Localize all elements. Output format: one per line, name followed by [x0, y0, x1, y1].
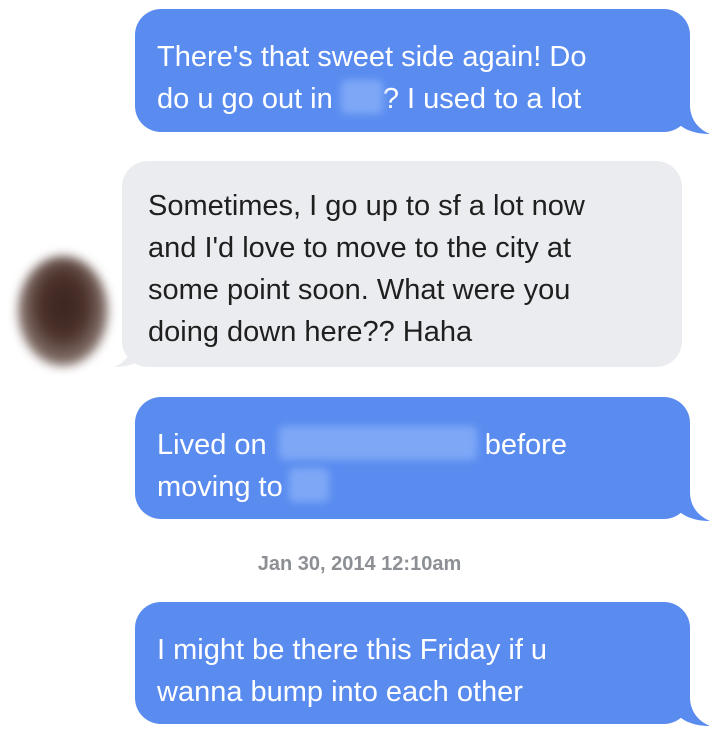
- message-text-line: doing down here?? Haha: [148, 316, 473, 348]
- message-text-line: do u go out in ? I used to a lot: [157, 78, 668, 120]
- redacted-address: [278, 426, 477, 461]
- message-text-line: and I'd love to move to the city at: [148, 232, 572, 264]
- contact-avatar[interactable]: [18, 256, 108, 366]
- message-thread: There's that sweet side again! Do do u g…: [0, 0, 719, 740]
- outgoing-bubble-tail: [676, 492, 710, 521]
- message-text-line: wanna bump into each other: [157, 676, 523, 708]
- outgoing-message-bubble[interactable]: Lived on before moving to: [135, 397, 690, 519]
- message-timestamp: Jan 30, 2014 12:10am: [0, 553, 719, 576]
- message-text-segment: do u go out in: [157, 83, 333, 115]
- incoming-message-bubble[interactable]: Sometimes, I go up to sf a lot now and I…: [122, 161, 682, 367]
- timestamp-text: Jan 30, 2014 12:10am: [257, 553, 462, 575]
- message-text-line: Sometimes, I go up to sf a lot now: [148, 190, 585, 222]
- outgoing-bubble-tail: [676, 697, 710, 726]
- message-text-line: moving to: [157, 466, 668, 508]
- redacted-location: [288, 468, 329, 503]
- redacted-location: [340, 80, 383, 115]
- outgoing-message-bubble[interactable]: There's that sweet side again! Do do u g…: [135, 9, 690, 132]
- message-text-line: I might be there this Friday if u: [157, 634, 548, 666]
- message-text-segment: moving to: [157, 471, 283, 503]
- message-text-line: There's that sweet side again! Do: [157, 41, 587, 73]
- message-text-segment: before: [484, 429, 567, 461]
- message-text-segment: Lived on: [157, 429, 267, 461]
- message-text-line: some point soon. What were you: [148, 274, 571, 306]
- outgoing-message-bubble[interactable]: I might be there this Friday if u wanna …: [135, 602, 690, 724]
- message-text-line: Lived on before: [157, 424, 668, 466]
- message-text-segment: ? I used to a lot: [382, 83, 582, 115]
- outgoing-bubble-tail: [676, 105, 710, 134]
